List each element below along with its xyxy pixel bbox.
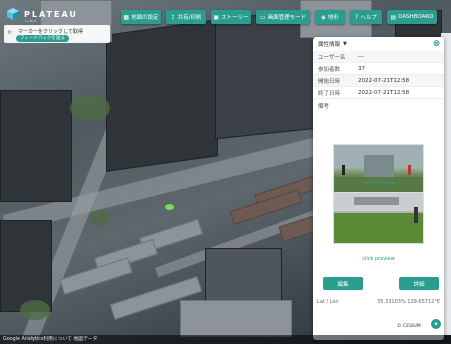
share-print-button[interactable]: ⇪ 共有/印刷	[166, 10, 206, 24]
chevron-down-icon[interactable]: ▼	[343, 41, 347, 47]
photo-caption[interactable]: click preview	[313, 180, 444, 186]
tree-area	[70, 95, 110, 121]
attribute-key: ユーザー名	[318, 54, 346, 61]
story-icon: ▣	[213, 13, 220, 21]
help-label: ヘルプ	[360, 15, 377, 21]
logo-text: PLATEAU	[24, 9, 78, 19]
screen-icon: ▭	[259, 13, 266, 21]
attribute-value: ---	[358, 53, 364, 60]
building	[106, 19, 218, 172]
story-button[interactable]: ▣ ストーリー	[211, 10, 251, 24]
edit-button[interactable]: 編集	[323, 277, 363, 290]
photo-person	[414, 207, 418, 223]
attribute-row: 終了日時 2022-07-21T12:58	[313, 87, 444, 99]
lat-lon-readout: Lat / Lon 35.33103% 139.65712°E	[317, 299, 440, 305]
app-logo[interactable]: PLATEAU by MLIT	[6, 7, 78, 23]
compass-icon[interactable]: ✦	[431, 319, 441, 329]
photo-caption[interactable]: click preview	[313, 256, 444, 262]
tree-area	[20, 300, 50, 320]
photo-building	[364, 155, 394, 177]
attribute-panel: 属性情報 ▼ ⊗ ユーザー名 --- 参加者数 37 開始日時 2022-07-…	[313, 37, 444, 340]
logo-subtitle: by MLIT	[25, 19, 37, 23]
dashboard-icon: ▤	[390, 13, 397, 21]
attribute-row: 参加者数 37	[313, 63, 444, 75]
map-settings-label: 地図の設定	[131, 15, 159, 21]
building	[0, 90, 72, 202]
attribute-row: ユーザー名 ---	[313, 51, 444, 63]
close-panel-icon[interactable]: ⊗	[432, 40, 441, 49]
location-marker[interactable]	[165, 204, 174, 210]
help-icon: ?	[355, 13, 359, 21]
share-print-label: 共有/印刷	[177, 15, 202, 21]
cesium-credit[interactable]: © CESIUM	[397, 324, 421, 329]
photo-sign	[354, 197, 399, 205]
tooltip-text: マーカーをクリックして取得	[18, 29, 83, 35]
map-settings-button[interactable]: ▦ 地図の設定	[121, 10, 161, 24]
lat-lon-label: Lat / Lon	[317, 299, 339, 305]
photo-person	[342, 165, 345, 175]
photo-thumbnail[interactable]	[333, 144, 424, 196]
tree-area	[90, 210, 110, 226]
close-icon[interactable]: ×	[7, 29, 12, 36]
photo-thumbnail[interactable]	[333, 192, 424, 244]
attribute-value: 2022-07-21T12:58	[358, 89, 410, 96]
dashboard-button[interactable]: ▤ DASHBOARD	[387, 10, 437, 24]
panel-title: 属性情報	[318, 42, 341, 48]
building	[180, 300, 292, 337]
screen-mode-button[interactable]: ▭ 画面管理モード	[256, 10, 310, 24]
feedback-pill-button[interactable]: フィードバックを送る	[16, 35, 69, 42]
attribute-value: 2022-07-21T12:58	[358, 77, 410, 84]
story-label: ストーリー	[221, 15, 249, 21]
notes-section-label: 備考	[318, 104, 330, 110]
help-button[interactable]: ? ヘルプ	[350, 10, 382, 24]
lat-lon-value: 35.33103% 139.65712°E	[377, 299, 440, 305]
map-icon: ▦	[123, 13, 130, 21]
plateau-logo-icon	[7, 8, 19, 20]
attribute-key: 開始日時	[318, 78, 341, 85]
marker-tooltip: × マーカーをクリックして取得 フィードバックを送る	[4, 25, 110, 43]
panel-header[interactable]: 属性情報 ▼	[313, 37, 444, 51]
attribute-key: 終了日時	[318, 90, 341, 97]
building	[0, 220, 52, 312]
photo-grass	[334, 213, 423, 243]
photo-person	[408, 165, 411, 175]
terrain-label: 地形	[327, 15, 339, 21]
screen-mode-label: 画面管理モード	[267, 15, 307, 21]
terrain-button[interactable]: ◈ 地形	[315, 10, 345, 24]
share-icon: ⇪	[170, 13, 176, 21]
dashboard-label: DASHBOARD	[398, 14, 434, 20]
terrain-icon: ◈	[321, 13, 326, 21]
map-attribution[interactable]: Google Analytics利用について 地図データ	[0, 335, 451, 344]
attribute-row: 開始日時 2022-07-21T12:58	[313, 75, 444, 87]
attribute-value: 37	[358, 65, 365, 72]
detail-button[interactable]: 詳細	[399, 277, 439, 290]
attribute-key: 参加者数	[318, 66, 341, 73]
